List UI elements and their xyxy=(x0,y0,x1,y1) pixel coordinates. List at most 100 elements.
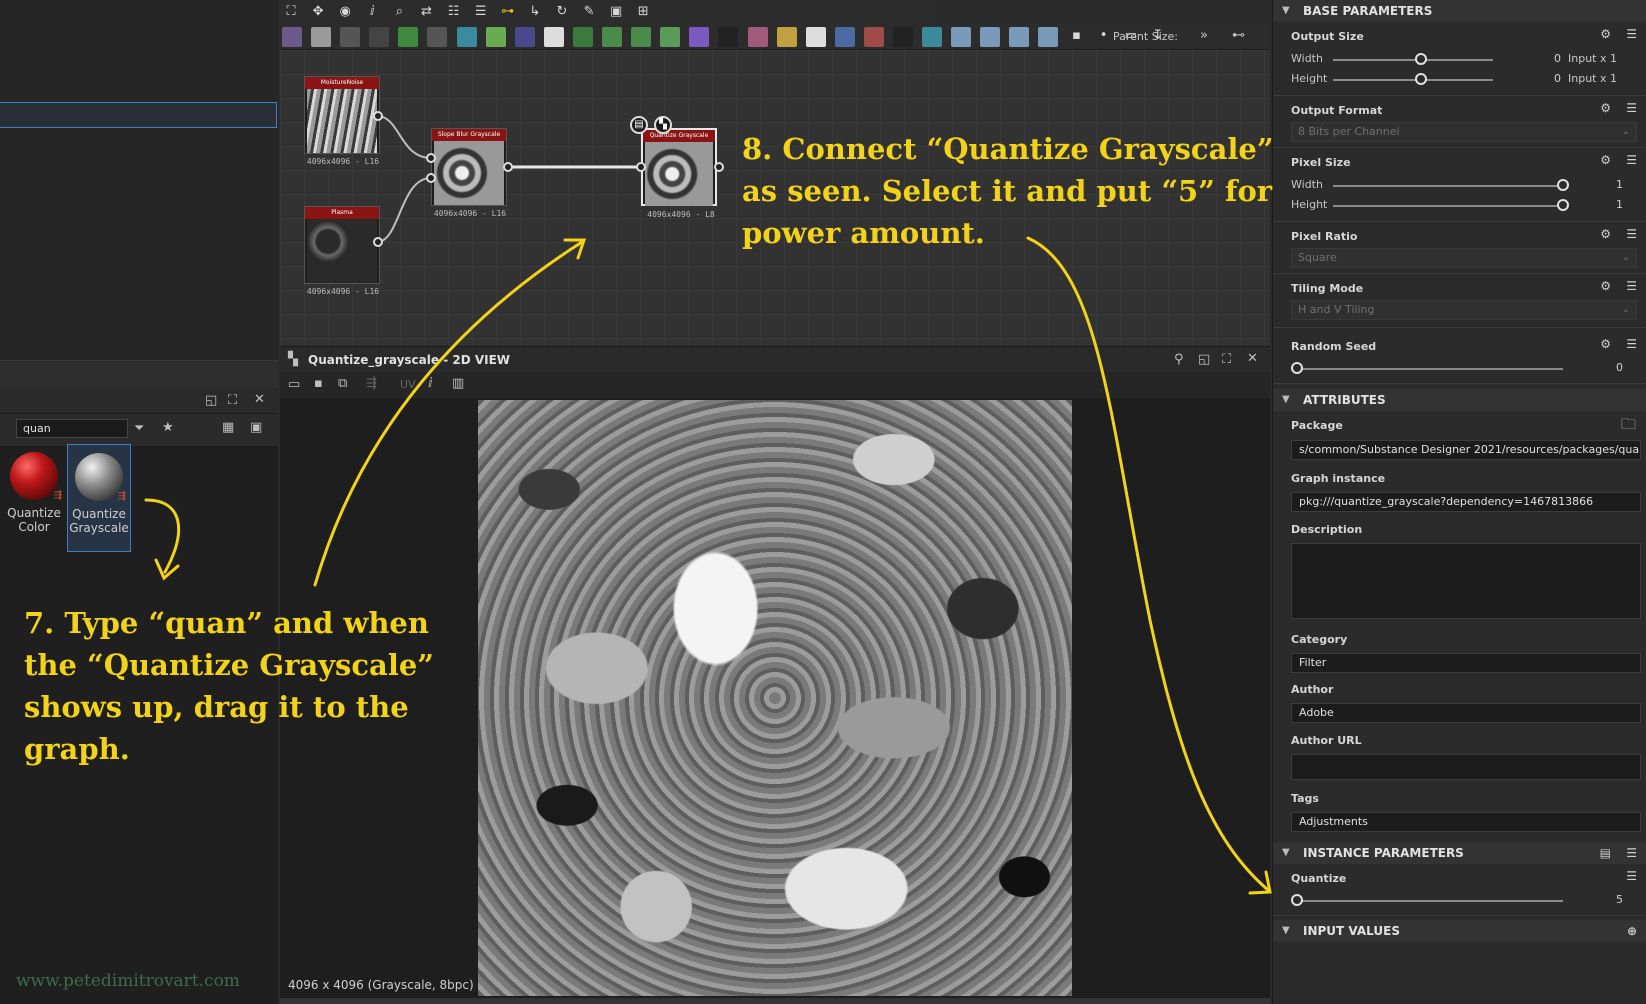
node-quantize-grayscale[interactable]: Quantize Grayscale 4096x4096 - L8 xyxy=(641,128,717,219)
output-height-mode[interactable]: Input x 1 xyxy=(1568,72,1617,85)
output-width-slider[interactable] xyxy=(1415,53,1427,65)
output-port[interactable] xyxy=(373,237,383,247)
inheritance-icon[interactable]: ⚙ xyxy=(1600,27,1611,41)
wrench-icon[interactable]: ✎ xyxy=(579,2,599,22)
output-node-icon[interactable] xyxy=(980,27,1001,47)
slider-track[interactable] xyxy=(1333,205,1563,207)
normal-node-icon[interactable] xyxy=(922,27,943,47)
blur-node-icon[interactable] xyxy=(514,27,535,47)
uv-toggle[interactable]: UV xyxy=(400,377,416,393)
search-icon[interactable]: ⌕ xyxy=(389,2,409,22)
filter-icon[interactable]: ⏷ xyxy=(134,421,144,437)
view-menu-icon[interactable]: ▭ xyxy=(288,377,300,393)
input-port[interactable] xyxy=(426,173,436,183)
preset-icon[interactable]: ▤ xyxy=(1600,842,1611,864)
output-port[interactable] xyxy=(714,162,724,172)
quantize-slider[interactable] xyxy=(1291,894,1303,906)
base-parameters-header[interactable]: ▼ BASE PARAMETERS xyxy=(1273,0,1646,22)
dot-icon[interactable]: • xyxy=(1094,26,1114,46)
comment-icon[interactable]: ▪ xyxy=(1067,26,1087,46)
input-values-header[interactable]: ▼ INPUT VALUES ⊕ xyxy=(1273,920,1646,942)
output-port[interactable] xyxy=(373,111,383,121)
drop-node-icon[interactable] xyxy=(340,27,361,47)
instance-parameters-header[interactable]: ▼ INSTANCE PARAMETERS ▤ ☰ xyxy=(1273,842,1646,864)
thumbnail-view-icon[interactable]: ▣ xyxy=(250,420,262,436)
output-width-mode[interactable]: Input x 1 xyxy=(1568,52,1617,65)
maximize-icon[interactable]: ⛶ xyxy=(1222,352,1231,368)
inheritance-icon[interactable]: ⚙ xyxy=(1600,279,1611,293)
slider-track[interactable] xyxy=(1333,79,1493,81)
histogram-icon[interactable]: ▥ xyxy=(452,376,464,392)
share-icon[interactable]: ⇶ xyxy=(366,376,377,392)
fill-node-icon[interactable] xyxy=(863,27,884,47)
refresh-icon[interactable]: ↻ xyxy=(552,2,572,22)
input-port[interactable] xyxy=(636,162,646,172)
random-seed-slider[interactable] xyxy=(1291,362,1303,374)
blend-node-icon[interactable] xyxy=(572,27,593,47)
attributes-header[interactable]: ▼ ATTRIBUTES xyxy=(1273,389,1646,411)
graph-instance-field[interactable]: pkg:///quantize_grayscale?dependency=146… xyxy=(1291,492,1641,512)
gradient-node-icon[interactable] xyxy=(485,27,506,47)
info-icon[interactable]: ⅈ xyxy=(362,2,382,22)
inheritance-icon[interactable]: ⚙ xyxy=(1600,101,1611,115)
input-node-icon[interactable] xyxy=(951,27,972,47)
output-height-value[interactable]: 0 xyxy=(1541,72,1561,85)
maximize-icon[interactable]: ⛶ xyxy=(228,393,237,409)
save-icon[interactable]: ▪ xyxy=(314,376,323,392)
value-node-icon[interactable] xyxy=(892,27,913,47)
document-icon[interactable]: ▤ xyxy=(630,116,648,134)
menu-icon[interactable]: ☰ xyxy=(1626,842,1637,864)
connect-icon[interactable]: ⇄ xyxy=(416,2,436,22)
pixel-height-value[interactable]: 1 xyxy=(1603,198,1623,211)
pixel-width-slider[interactable] xyxy=(1557,179,1569,191)
library-search-input[interactable]: quan xyxy=(16,419,128,438)
pixel-processor-icon[interactable] xyxy=(1038,27,1059,47)
node-moisture-noise[interactable]: MoistureNoise 4096x4096 - L16 xyxy=(304,76,380,166)
tiling-mode-select[interactable]: H and V Tiling ⌄ xyxy=(1291,300,1637,320)
author-url-field[interactable] xyxy=(1291,754,1641,780)
menu-icon[interactable]: ☰ xyxy=(1626,279,1637,293)
float-icon[interactable]: ◱ xyxy=(205,393,217,409)
menu-icon[interactable]: ☰ xyxy=(1626,337,1637,351)
package-field[interactable]: s/common/Substance Designer 2021/resourc… xyxy=(1291,440,1641,460)
pin-icon[interactable]: ⚲ xyxy=(1174,352,1184,368)
menu-icon[interactable]: ☰ xyxy=(1626,227,1637,241)
explorer-selected-row[interactable] xyxy=(0,102,277,128)
library-item-quantize-color[interactable]: ⇶ Quantize Color xyxy=(2,444,66,552)
menu-icon[interactable]: ☰ xyxy=(1626,27,1637,41)
hierarchy-icon[interactable]: ☷ xyxy=(444,2,464,22)
slider-track[interactable] xyxy=(1333,59,1493,61)
node-slope-blur-grayscale[interactable]: Slope Blur Grayscale 4096x4096 - L16 xyxy=(431,128,507,218)
pan-icon[interactable]: ✥ xyxy=(308,2,328,22)
link-settings-icon[interactable]: ⊷ xyxy=(1232,28,1245,43)
camera-icon[interactable]: ◉ xyxy=(335,2,355,22)
shape-node-icon[interactable] xyxy=(602,27,623,47)
slider-track[interactable] xyxy=(1297,900,1563,902)
library-item-quantize-grayscale[interactable]: ⇶ Quantize Grayscale xyxy=(67,444,131,552)
paint-node-icon[interactable] xyxy=(427,27,448,47)
slider-track[interactable] xyxy=(1297,368,1563,370)
close-icon[interactable]: ✕ xyxy=(1247,351,1258,367)
inheritance-icon[interactable]: ⚙ xyxy=(1600,337,1611,351)
output-height-slider[interactable] xyxy=(1415,73,1427,85)
menu-icon[interactable]: ☰ xyxy=(1626,153,1637,167)
output-port[interactable] xyxy=(503,162,513,172)
quantize-value[interactable]: 5 xyxy=(1603,893,1623,906)
bitmap-node-icon[interactable] xyxy=(282,27,302,47)
copy-icon[interactable]: ⧉ xyxy=(338,376,347,392)
tile-node-icon[interactable] xyxy=(543,27,564,47)
view-2d-scrollbar[interactable] xyxy=(280,998,1270,1004)
pattern-node-icon[interactable] xyxy=(776,27,797,47)
pixel-width-value[interactable]: 1 xyxy=(1603,178,1623,191)
color-node-icon[interactable] xyxy=(689,27,710,47)
frame-node-icon[interactable] xyxy=(834,27,855,47)
parent-size-expand-icon[interactable]: » xyxy=(1200,28,1208,43)
pixel-ratio-select[interactable]: Square ⌄ xyxy=(1291,248,1637,268)
category-field[interactable]: Filter xyxy=(1291,653,1641,673)
levels-node-icon[interactable] xyxy=(660,27,681,47)
random-seed-value[interactable]: 0 xyxy=(1603,361,1623,374)
grid-view-icon[interactable]: ▦ xyxy=(222,420,234,436)
preview-icon[interactable]: ▣ xyxy=(606,2,626,22)
slider-track[interactable] xyxy=(1333,185,1563,187)
node-plasma[interactable]: Plasma 4096x4096 - L16 xyxy=(304,206,380,296)
